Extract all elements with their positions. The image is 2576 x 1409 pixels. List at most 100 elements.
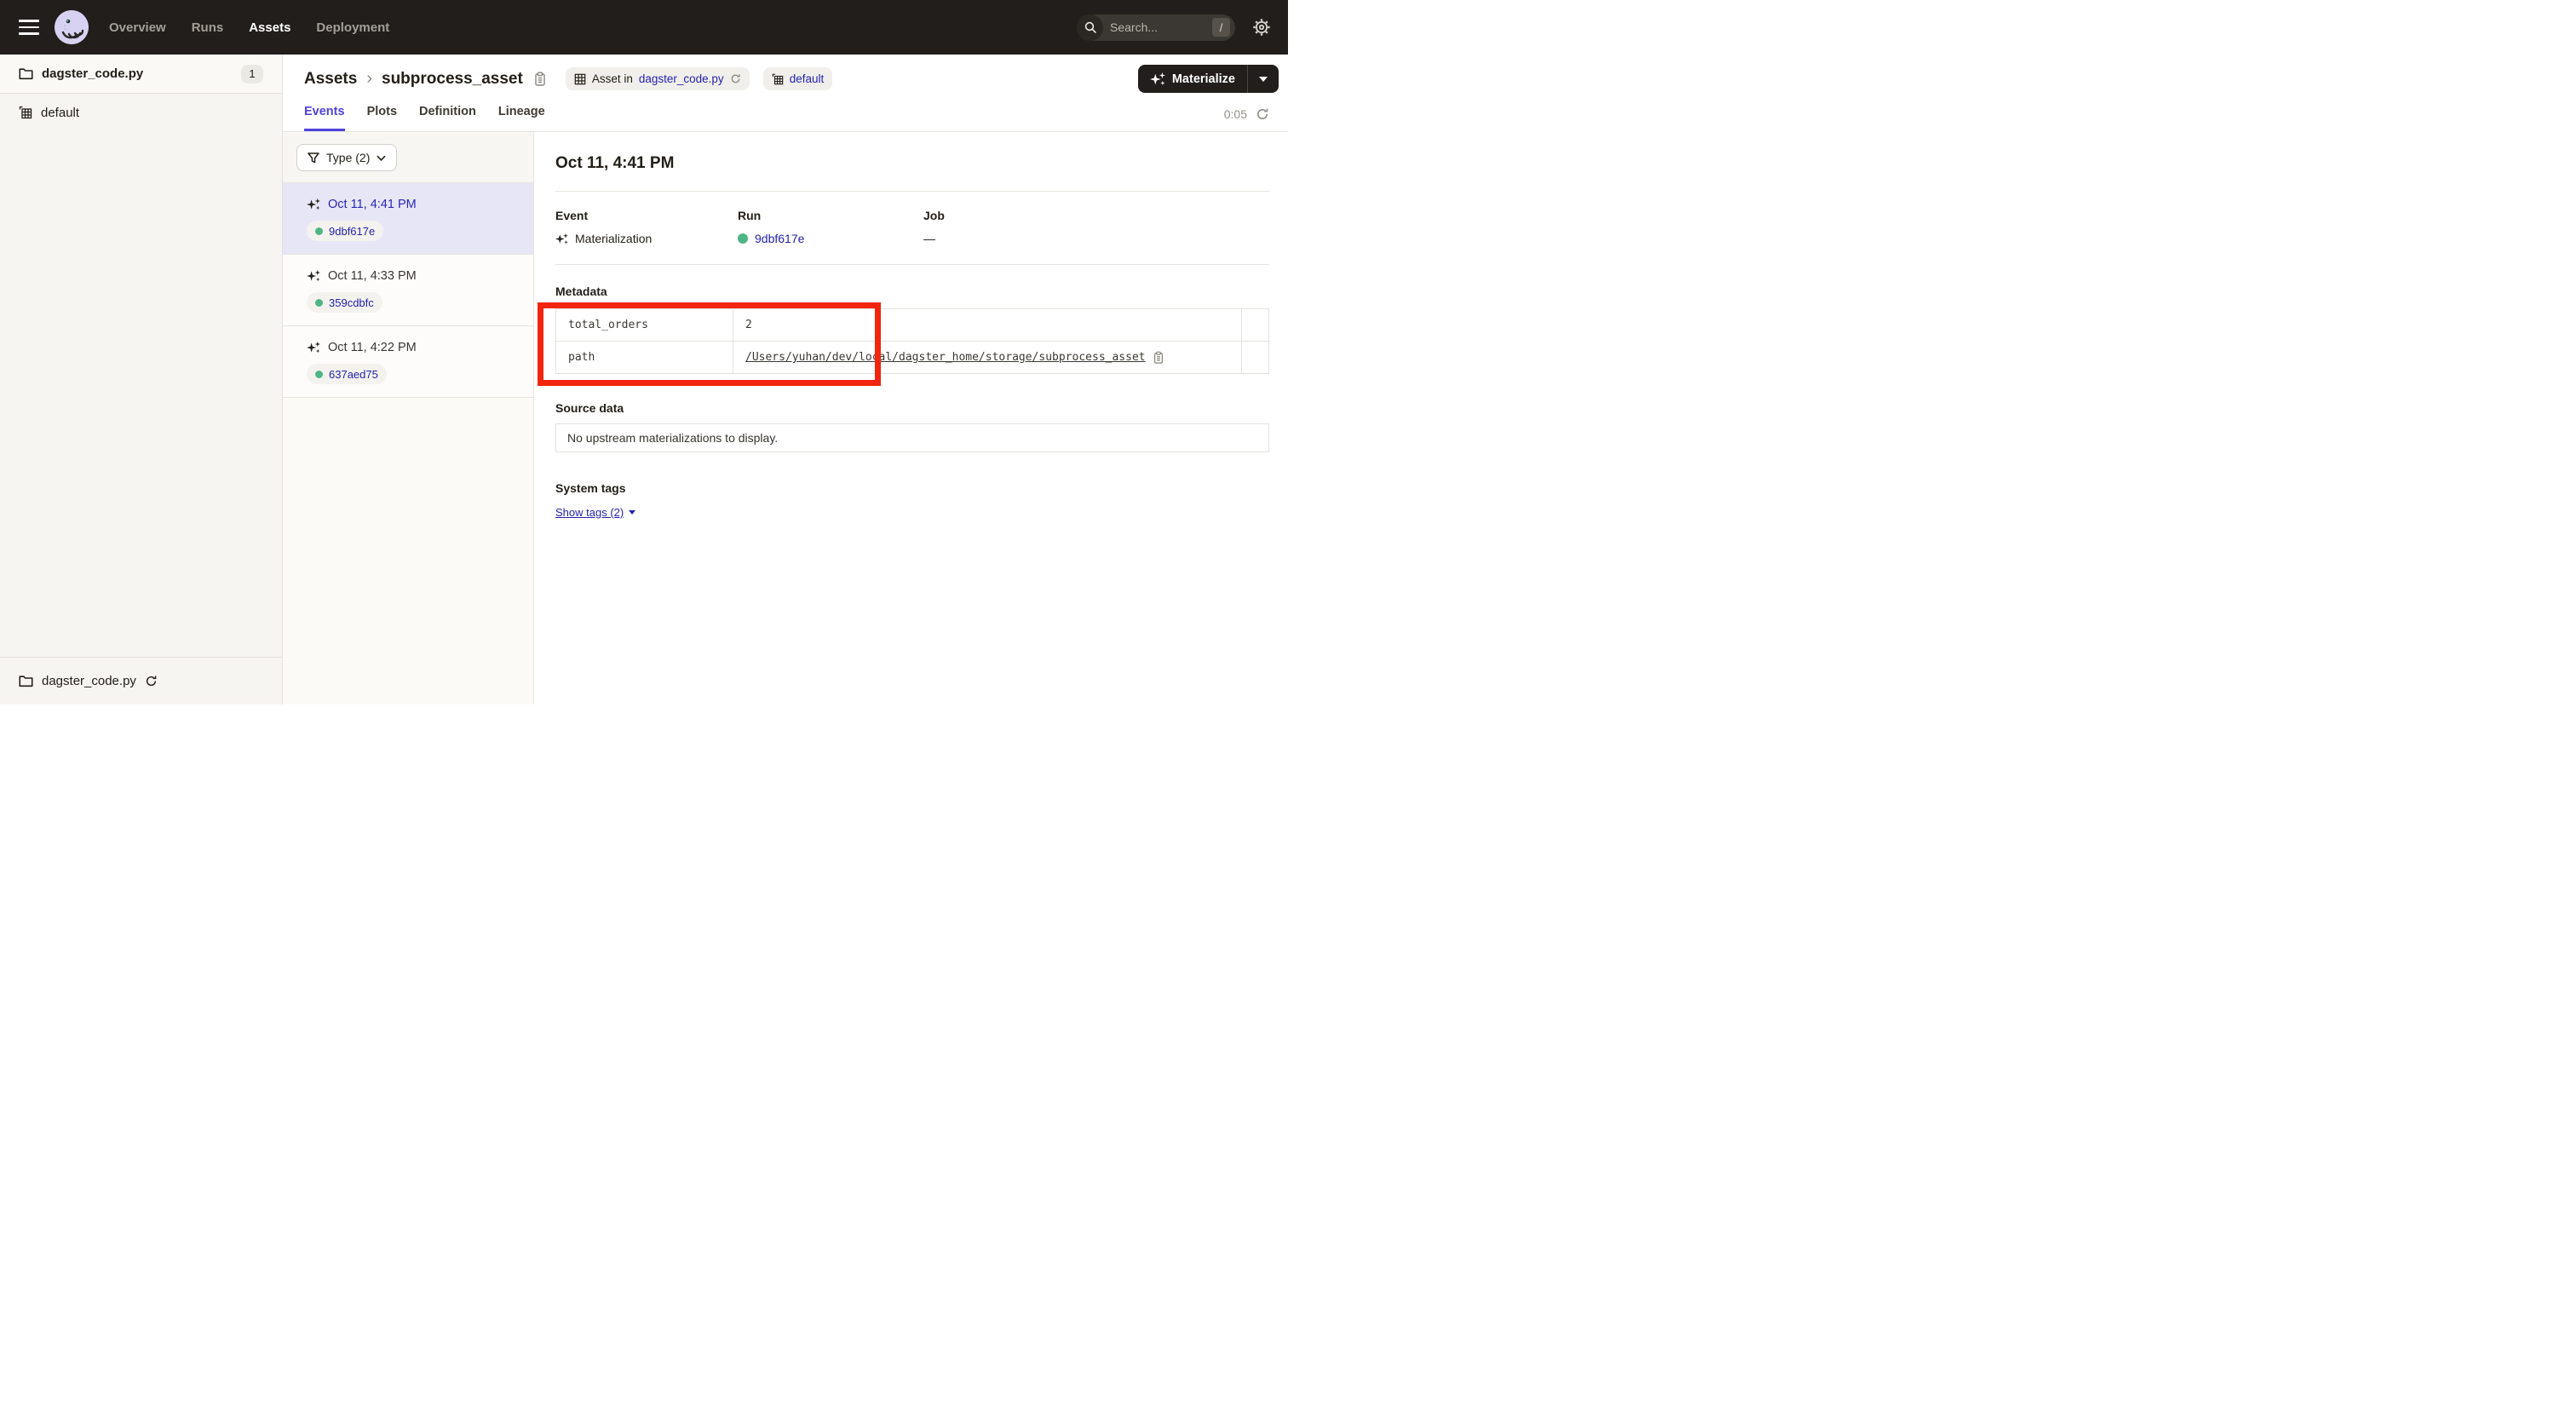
system-tags-heading: System tags [555,481,1269,495]
nav-overview[interactable]: Overview [109,20,166,35]
event-list-item[interactable]: Oct 11, 4:41 PM 9dbf617e [283,183,533,255]
show-tags-label: Show tags (2) [555,506,624,519]
nav-runs[interactable]: Runs [192,20,224,35]
event-list-item[interactable]: Oct 11, 4:22 PM 637aed75 [283,326,533,398]
nav-deployment[interactable]: Deployment [316,20,389,35]
event-detail-title: Oct 11, 4:41 PM [555,154,1269,173]
filter-funnel-icon [308,152,319,164]
materialize-button[interactable]: Materialize [1138,65,1247,93]
tab-plots[interactable]: Plots [367,105,397,131]
copy-asset-name-icon[interactable] [533,72,547,87]
tab-events[interactable]: Events [304,105,345,131]
group-label: default [41,106,79,120]
materialization-sparkle-icon [555,233,568,245]
run-id-link[interactable]: 9dbf617e [329,225,375,238]
folder-icon [19,67,33,80]
asset-tag-prefix: Asset in [592,72,633,85]
main-panel: Assets › subprocess_asset Asset in dagst… [283,55,1288,704]
chevron-down-icon [1259,77,1268,82]
divider [555,191,1269,192]
search-input[interactable]: Search... / [1077,14,1235,41]
dagster-octopus-icon [55,10,89,44]
tab-lineage[interactable]: Lineage [498,105,545,131]
materialize-dropdown-button[interactable] [1248,65,1279,93]
show-tags-toggle[interactable]: Show tags (2) [555,506,635,519]
top-navigation-bar: Overview Runs Assets Deployment Search..… [0,0,1288,55]
breadcrumb-separator: › [366,69,372,89]
tab-definition[interactable]: Definition [419,105,476,131]
asset-header: Assets › subprocess_asset Asset in dagst… [283,55,1288,132]
footer-code-location-label: dagster_code.py [42,674,136,688]
source-data-empty-message: No upstream materializations to display. [555,423,1269,452]
run-id-link[interactable]: 9dbf617e [755,232,804,245]
asset-group-icon [772,73,784,85]
table-row: path /Users/yuhan/dev/local/dagster_home… [556,342,1269,374]
dagster-logo[interactable] [55,10,89,44]
topbar-right: Search... / [1077,14,1271,41]
refresh-icon[interactable] [1256,107,1269,121]
settings-gear-icon[interactable] [1252,18,1271,37]
sparkle-icon [1150,72,1165,87]
run-tag[interactable]: 637aed75 [307,364,387,384]
metadata-table: total_orders 2 path /Users/yuhan/dev/loc… [555,308,1269,374]
materialize-label: Materialize [1172,72,1235,86]
events-content: Type (2) Oct 11, 4:41 PM [283,132,1288,704]
source-data-heading: Source data [555,401,1269,415]
folder-icon [19,675,33,687]
reload-icon[interactable] [145,675,158,687]
metadata-key: total_orders [556,309,733,342]
event-column-label: Event [555,209,738,222]
copy-path-icon[interactable] [1153,351,1164,365]
materialize-button-group: Materialize [1138,65,1279,93]
search-icon [1077,14,1103,41]
code-location-label: dagster_code.py [42,66,143,81]
hamburger-menu-icon[interactable] [19,20,39,35]
asset-groups-sidebar: dagster_code.py 1 default dagster_code.p… [0,55,283,704]
caret-down-icon [629,510,635,515]
metadata-value: 2 [733,309,1242,342]
event-timestamp: Oct 11, 4:22 PM [328,341,417,354]
run-id-link[interactable]: 637aed75 [329,368,378,381]
dagster-asset-page: Overview Runs Assets Deployment Search..… [0,0,1288,704]
run-id-link[interactable]: 359cdbfc [329,296,374,309]
asset-definition-tag: Asset in dagster_code.py [566,67,750,90]
run-status-dot [738,233,748,244]
asset-tabs: Events Plots Definition Lineage [304,105,1288,131]
run-status-dot [315,371,323,378]
auto-refresh-timer: 0:05 [1224,107,1269,121]
chevron-down-icon [377,155,386,161]
materialization-sparkle-icon [307,198,320,211]
event-list-item[interactable]: Oct 11, 4:33 PM 359cdbfc [283,255,533,326]
metadata-key: path [556,342,733,374]
sidebar-item-code-location[interactable]: dagster_code.py 1 [0,55,282,94]
refresh-icon[interactable] [730,73,741,84]
asset-count-badge: 1 [241,65,263,83]
type-filter-button[interactable]: Type (2) [296,144,397,171]
timer-value: 0:05 [1224,107,1247,121]
metadata-heading: Metadata [555,285,1269,298]
group-tag-link[interactable]: default [790,72,825,85]
run-tag[interactable]: 359cdbfc [307,292,382,313]
primary-nav: Overview Runs Assets Deployment [109,20,389,35]
metadata-path-link[interactable]: /Users/yuhan/dev/local/dagster_home/stor… [745,351,1146,364]
event-summary-columns: Event Materialization Run 9dbf617e [555,209,1269,245]
event-type-value: Materialization [575,232,652,245]
asset-group-icon [19,106,32,119]
run-column-label: Run [738,209,923,222]
run-status-dot [315,299,323,307]
nav-assets[interactable]: Assets [249,20,290,35]
job-value: — [923,232,935,245]
run-tag[interactable]: 9dbf617e [307,221,383,241]
materialization-sparkle-icon [307,341,320,354]
asset-tag-code-location-link[interactable]: dagster_code.py [639,72,724,85]
table-row: total_orders 2 [556,309,1269,342]
sidebar-footer-code-location[interactable]: dagster_code.py [0,657,282,704]
sidebar-item-default-group[interactable]: default [0,94,282,131]
breadcrumb-assets-link[interactable]: Assets [304,70,357,89]
materialization-sparkle-icon [307,269,320,283]
search-placeholder: Search... [1110,20,1212,34]
type-filter-label: Type (2) [326,151,370,164]
grid-icon [574,73,586,85]
event-timestamp: Oct 11, 4:41 PM [328,198,417,211]
metadata-actions-cell [1242,342,1269,374]
